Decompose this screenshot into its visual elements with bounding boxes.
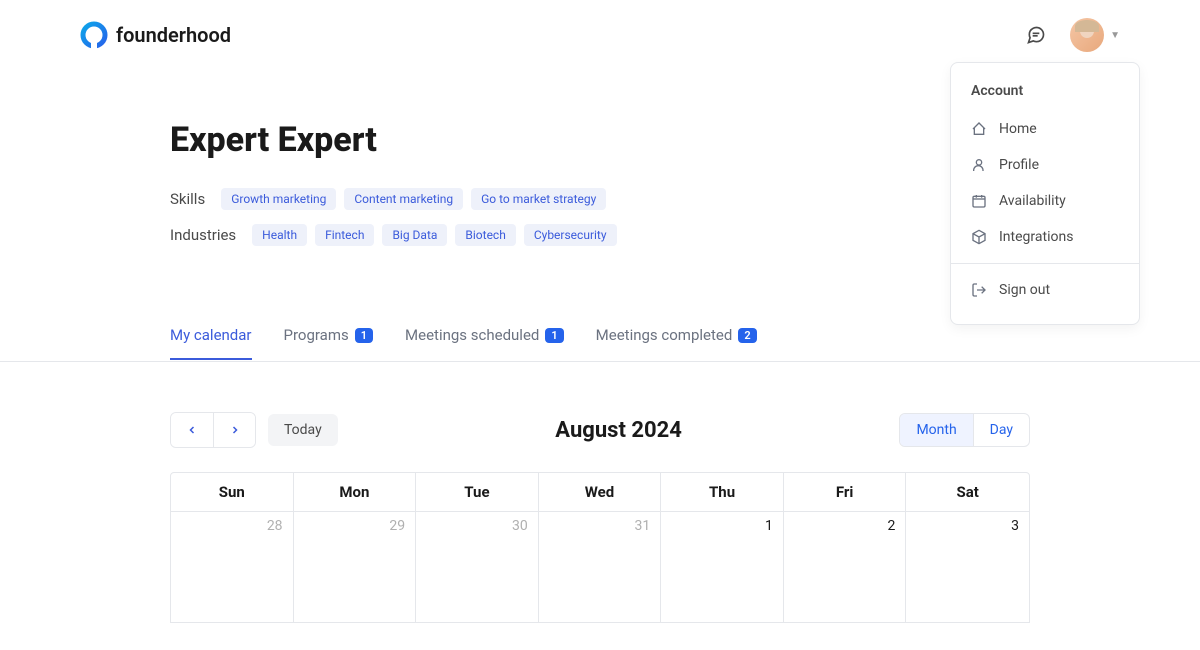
dropdown-item-label: Home [999,121,1037,137]
user-icon [971,157,987,173]
logo-icon [80,21,108,49]
tab-programs[interactable]: Programs 1 [284,326,374,360]
package-icon [971,229,987,245]
calendar-nav [170,412,256,448]
industry-tag: Cybersecurity [524,224,617,246]
dropdown-item-home[interactable]: Home [951,111,1139,147]
skill-tag: Content marketing [344,188,463,210]
dow-header: Thu [661,473,784,512]
page-title: Expert Expert [170,120,1030,160]
tab-badge: 2 [738,328,756,343]
dow-header: Mon [294,473,417,512]
dropdown-item-label: Sign out [999,282,1050,298]
industries-label: Industries [170,226,236,244]
calendar-cell[interactable]: 30 [416,512,539,622]
industries-list: Health Fintech Big Data Biotech Cybersec… [252,224,616,246]
tab-badge: 1 [355,328,373,343]
tab-badge: 1 [545,328,563,343]
chevron-down-icon: ▼ [1110,30,1120,41]
signout-icon [971,282,987,298]
account-dropdown: Account Home Profile Availability Integr… [950,62,1140,325]
next-button[interactable] [213,413,255,447]
industry-tag: Big Data [382,224,447,246]
industry-tag: Biotech [455,224,515,246]
industry-tag: Health [252,224,307,246]
dow-header: Fri [784,473,907,512]
tabs: My calendar Programs 1 Meetings schedule… [170,326,1030,361]
calendar-cell[interactable]: 31 [539,512,662,622]
calendar-cell[interactable]: 2 [784,512,907,622]
calendar-grid: Sun Mon Tue Wed Thu Fri Sat 28 29 30 31 … [170,472,1030,623]
dropdown-title: Account [951,79,1139,111]
dow-header: Wed [539,473,662,512]
skill-tag: Growth marketing [221,188,336,210]
today-button[interactable]: Today [268,414,338,446]
avatar [1070,18,1104,52]
avatar-menu-trigger[interactable]: ▼ [1070,18,1120,52]
view-day-button[interactable]: Day [973,414,1029,446]
calendar-icon [971,193,987,209]
view-toggle: Month Day [899,413,1030,447]
dropdown-item-integrations[interactable]: Integrations [951,219,1139,255]
skills-label: Skills [170,190,205,208]
dropdown-item-signout[interactable]: Sign out [951,272,1139,308]
skill-tag: Go to market strategy [471,188,606,210]
prev-button[interactable] [171,413,213,447]
divider [0,361,1200,362]
calendar-cell[interactable]: 28 [171,512,294,622]
dow-header: Tue [416,473,539,512]
calendar-cell[interactable]: 1 [661,512,784,622]
view-month-button[interactable]: Month [900,414,972,446]
tab-my-calendar[interactable]: My calendar [170,326,252,360]
home-icon [971,121,987,137]
skills-list: Growth marketing Content marketing Go to… [221,188,606,210]
dropdown-item-availability[interactable]: Availability [951,183,1139,219]
tab-label: My calendar [170,326,252,344]
calendar-cell[interactable]: 29 [294,512,417,622]
calendar-cell[interactable]: 3 [906,512,1029,622]
logo[interactable]: founderhood [80,21,231,49]
divider [951,263,1139,264]
tab-meetings-scheduled[interactable]: Meetings scheduled 1 [405,326,564,360]
dow-header: Sat [906,473,1029,512]
tab-meetings-completed[interactable]: Meetings completed 2 [596,326,757,360]
tab-label: Programs [284,326,349,344]
industry-tag: Fintech [315,224,374,246]
chevron-right-icon [229,424,241,436]
chevron-left-icon [186,424,198,436]
logo-text: founderhood [116,23,231,47]
dropdown-item-label: Availability [999,193,1066,209]
calendar-title: August 2024 [555,418,682,443]
dow-header: Sun [171,473,294,512]
tab-label: Meetings scheduled [405,326,539,344]
chat-icon[interactable] [1026,25,1046,45]
dropdown-item-label: Integrations [999,229,1073,245]
dropdown-item-label: Profile [999,157,1039,173]
tab-label: Meetings completed [596,326,733,344]
dropdown-item-profile[interactable]: Profile [951,147,1139,183]
